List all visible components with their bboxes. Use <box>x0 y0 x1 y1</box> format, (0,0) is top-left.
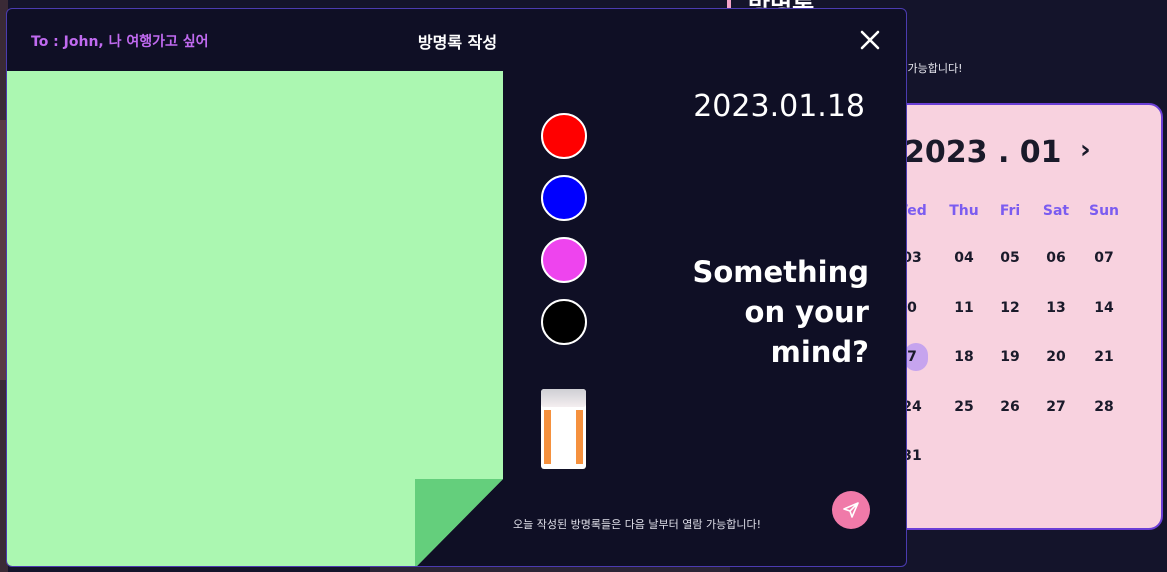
color-swatch-pink[interactable] <box>541 237 587 283</box>
calendar-day[interactable]: 07 <box>1082 250 1126 266</box>
modal-title: 방명록 작성 <box>417 33 498 52</box>
color-swatch-blue[interactable] <box>541 175 587 221</box>
calendar-day[interactable]: 12 <box>988 300 1032 316</box>
footer-notice: 오늘 작성된 방명록들은 다음 날부터 열람 가능합니다! <box>513 518 762 531</box>
calendar-day[interactable]: 14 <box>1082 300 1126 316</box>
calendar-day[interactable]: 25 <box>942 399 986 415</box>
color-swatch-black[interactable] <box>541 299 587 345</box>
calendar-day[interactable]: 19 <box>988 349 1032 365</box>
calendar-day[interactable]: 06 <box>1034 250 1078 266</box>
prompt-line-1: Something <box>692 255 869 289</box>
prompt-text: Something on your mind? <box>647 252 869 372</box>
calendar-day[interactable]: 18 <box>942 349 986 365</box>
prompt-line-3: mind? <box>770 335 869 369</box>
calendar-day[interactable]: 11 <box>942 300 986 316</box>
calendar-month: 2023 . 01 <box>904 135 1062 170</box>
calendar-day[interactable]: 28 <box>1082 399 1126 415</box>
close-button[interactable] <box>855 25 885 55</box>
prompt-line-2: on your <box>744 295 869 329</box>
calendar-day[interactable]: 20 <box>1034 349 1078 365</box>
sticky-note-fold <box>415 479 503 566</box>
calendar-weekday: Sun <box>1088 203 1120 219</box>
eraser-tool[interactable]: jumbo <box>508 337 587 470</box>
calendar-day[interactable]: 21 <box>1082 349 1126 365</box>
calendar-weekday: Sat <box>1042 203 1070 219</box>
calendar-day[interactable]: 26 <box>988 399 1032 415</box>
chevron-right-icon[interactable]: › <box>1080 135 1091 165</box>
sticky-note-canvas[interactable] <box>7 71 503 566</box>
calendar-day[interactable]: 27 <box>1034 399 1078 415</box>
calendar-day[interactable]: 05 <box>988 250 1032 266</box>
send-icon <box>843 502 859 518</box>
guestbook-modal: To : John, 나 여행가고 싶어 방명록 작성 jumbo <box>6 8 907 567</box>
color-swatch-red[interactable] <box>541 113 587 159</box>
calendar-day[interactable]: 13 <box>1034 300 1078 316</box>
calendar-weekday: Thu <box>949 203 979 219</box>
close-icon <box>860 30 880 50</box>
calendar-day[interactable]: 04 <box>942 250 986 266</box>
eraser-icon: jumbo <box>508 337 586 469</box>
send-button[interactable] <box>832 491 870 529</box>
note-date: 2023.01.18 <box>693 89 865 124</box>
calendar-weekday: Fri <box>999 203 1021 219</box>
